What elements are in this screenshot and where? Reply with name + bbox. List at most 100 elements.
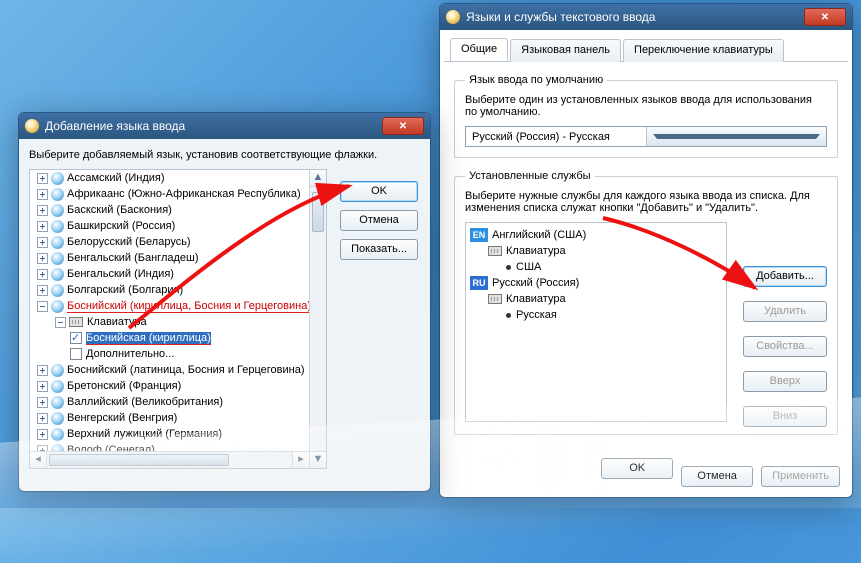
close-icon[interactable]: ✕ bbox=[382, 117, 424, 135]
globe-icon bbox=[51, 412, 64, 425]
tree-item[interactable]: Бенгальский (Бангладеш) bbox=[67, 252, 199, 264]
ru-badge: RU bbox=[470, 276, 488, 290]
scroll-down-icon[interactable]: ▼ bbox=[310, 451, 326, 468]
delete-button[interactable]: Удалить bbox=[743, 301, 827, 322]
tree-item[interactable]: Болгарский (Болгария) bbox=[67, 284, 183, 296]
expand-icon[interactable] bbox=[37, 221, 48, 232]
expand-icon[interactable] bbox=[37, 413, 48, 424]
ok-button[interactable]: OK bbox=[601, 458, 673, 479]
globe-icon bbox=[51, 252, 64, 265]
tab-general[interactable]: Общие bbox=[450, 38, 508, 61]
default-lang-legend: Язык ввода по умолчанию bbox=[465, 74, 607, 86]
text-services-window: Языки и службы текстового ввода ✕ Общие … bbox=[439, 3, 853, 498]
installed-services-group: Установленные службы Выберите нужные слу… bbox=[454, 170, 838, 435]
globe-icon bbox=[51, 172, 64, 185]
expand-icon[interactable] bbox=[37, 365, 48, 376]
default-lang-group: Язык ввода по умолчанию Выберите один из… bbox=[454, 74, 838, 158]
add-button[interactable]: Добавить... bbox=[743, 266, 827, 287]
tree-item-keyboard[interactable]: Клавиатура bbox=[87, 316, 147, 328]
tree-item[interactable]: Валлийский (Великобритания) bbox=[67, 396, 223, 408]
globe-icon bbox=[51, 284, 64, 297]
tabstrip: Общие Языковая панель Переключение клави… bbox=[444, 34, 848, 62]
globe-icon bbox=[51, 188, 64, 201]
globe-icon bbox=[51, 380, 64, 393]
apply-button[interactable]: Применить bbox=[761, 466, 840, 487]
collapse-icon[interactable] bbox=[55, 317, 66, 328]
keyboard-icon bbox=[488, 246, 502, 256]
tree-item[interactable]: Баскский (Баскония) bbox=[67, 204, 172, 216]
tree-item-more[interactable]: Дополнительно... bbox=[86, 348, 174, 360]
default-lang-text: Выберите один из установленных языков вв… bbox=[465, 94, 827, 118]
scroll-thumb[interactable] bbox=[312, 192, 324, 232]
move-down-button[interactable]: Вниз bbox=[743, 406, 827, 427]
tab-key-switch[interactable]: Переключение клавиатуры bbox=[623, 39, 784, 62]
tree-item[interactable]: Африкаанс (Южно-Африканская Республика) bbox=[67, 188, 301, 200]
installed-services-text: Выберите нужные службы для каждого языка… bbox=[465, 190, 827, 214]
move-up-button[interactable]: Вверх bbox=[743, 371, 827, 392]
tree-item[interactable]: Бенгальский (Индия) bbox=[67, 268, 174, 280]
tree-item[interactable]: Боснийский (латиница, Босния и Герцегови… bbox=[67, 364, 305, 376]
expand-icon[interactable] bbox=[37, 445, 48, 452]
ok-button[interactable]: OK bbox=[340, 181, 418, 202]
default-lang-combo[interactable]: Русский (Россия) - Русская bbox=[465, 126, 827, 147]
bullet-icon bbox=[506, 265, 511, 270]
tree-item[interactable]: Ассамский (Индия) bbox=[67, 172, 165, 184]
globe-icon bbox=[51, 444, 64, 452]
expand-icon[interactable] bbox=[37, 381, 48, 392]
add-input-language-window: Добавление языка ввода ✕ Выберите добавл… bbox=[18, 112, 431, 492]
checkbox[interactable] bbox=[70, 348, 82, 360]
combo-value: Русский (Россия) - Русская bbox=[466, 131, 646, 143]
globe-icon bbox=[51, 220, 64, 233]
tree-item[interactable]: Бретонский (Франция) bbox=[67, 380, 181, 392]
expand-icon[interactable] bbox=[37, 237, 48, 248]
lang-ru: Русский (Россия) bbox=[492, 277, 579, 289]
expand-icon[interactable] bbox=[37, 269, 48, 280]
checkbox-checked[interactable] bbox=[70, 332, 82, 344]
en-badge: EN bbox=[470, 228, 488, 242]
scroll-up-icon[interactable]: ▲ bbox=[310, 170, 326, 187]
cancel-button[interactable]: Отмена bbox=[340, 210, 418, 231]
installed-services-legend: Установленные службы bbox=[465, 170, 595, 182]
language-tree[interactable]: ▲ ▼ ◂ ▸ Ассамский (Индия) Африкаанс (Южн… bbox=[29, 169, 327, 469]
expand-icon[interactable] bbox=[37, 205, 48, 216]
layout-us: США bbox=[516, 261, 541, 273]
expand-icon[interactable] bbox=[37, 285, 48, 296]
close-icon[interactable]: ✕ bbox=[804, 8, 846, 26]
tree-item[interactable]: Башкирский (Россия) bbox=[67, 220, 175, 232]
expand-icon[interactable] bbox=[37, 173, 48, 184]
cancel-button[interactable]: Отмена bbox=[681, 466, 753, 487]
properties-button[interactable]: Свойства... bbox=[743, 336, 827, 357]
collapse-icon[interactable] bbox=[37, 301, 48, 312]
tab-language-bar[interactable]: Языковая панель bbox=[510, 39, 621, 62]
layout-rus: Русская bbox=[516, 309, 557, 321]
tree-item-bosnian-cyr[interactable]: Боснийский (кириллица, Босния и Герцегов… bbox=[67, 300, 309, 313]
kb-label-2: Клавиатура bbox=[506, 293, 566, 305]
tree-item[interactable]: Верхний лужицкий (Германия) bbox=[67, 428, 222, 440]
globe-icon bbox=[51, 268, 64, 281]
services-tree[interactable]: EN Английский (США) Клавиатура США RU Ру… bbox=[465, 222, 727, 422]
globe-icon bbox=[51, 204, 64, 217]
tree-item[interactable]: Волоф (Сенегал) bbox=[67, 444, 155, 451]
expand-icon[interactable] bbox=[37, 429, 48, 440]
app-icon bbox=[446, 10, 460, 24]
titlebar[interactable]: Языки и службы текстового ввода ✕ bbox=[440, 4, 852, 30]
expand-icon[interactable] bbox=[37, 397, 48, 408]
keyboard-icon bbox=[488, 294, 502, 304]
chevron-down-icon bbox=[646, 127, 827, 146]
tree-item[interactable]: Белорусский (Беларусь) bbox=[67, 236, 191, 248]
scrollbar-vertical[interactable]: ▲ ▼ bbox=[309, 170, 326, 468]
dialog-footer: OK Отмена Применить bbox=[601, 458, 840, 487]
app-icon bbox=[25, 119, 39, 133]
expand-icon[interactable] bbox=[37, 253, 48, 264]
tree-item[interactable]: Венгерский (Венгрия) bbox=[67, 412, 177, 424]
instruction-text: Выберите добавляемый язык, установив соо… bbox=[29, 149, 420, 161]
titlebar[interactable]: Добавление языка ввода ✕ bbox=[19, 113, 430, 139]
scrollbar-horizontal[interactable]: ◂ ▸ bbox=[30, 451, 309, 468]
window-title: Языки и службы текстового ввода bbox=[466, 10, 804, 24]
globe-icon bbox=[51, 396, 64, 409]
tree-item-selected[interactable]: Боснийская (кириллица) bbox=[86, 332, 211, 345]
window-title: Добавление языка ввода bbox=[45, 119, 382, 133]
bullet-icon bbox=[506, 313, 511, 318]
preview-button[interactable]: Показать... bbox=[340, 239, 418, 260]
expand-icon[interactable] bbox=[37, 189, 48, 200]
